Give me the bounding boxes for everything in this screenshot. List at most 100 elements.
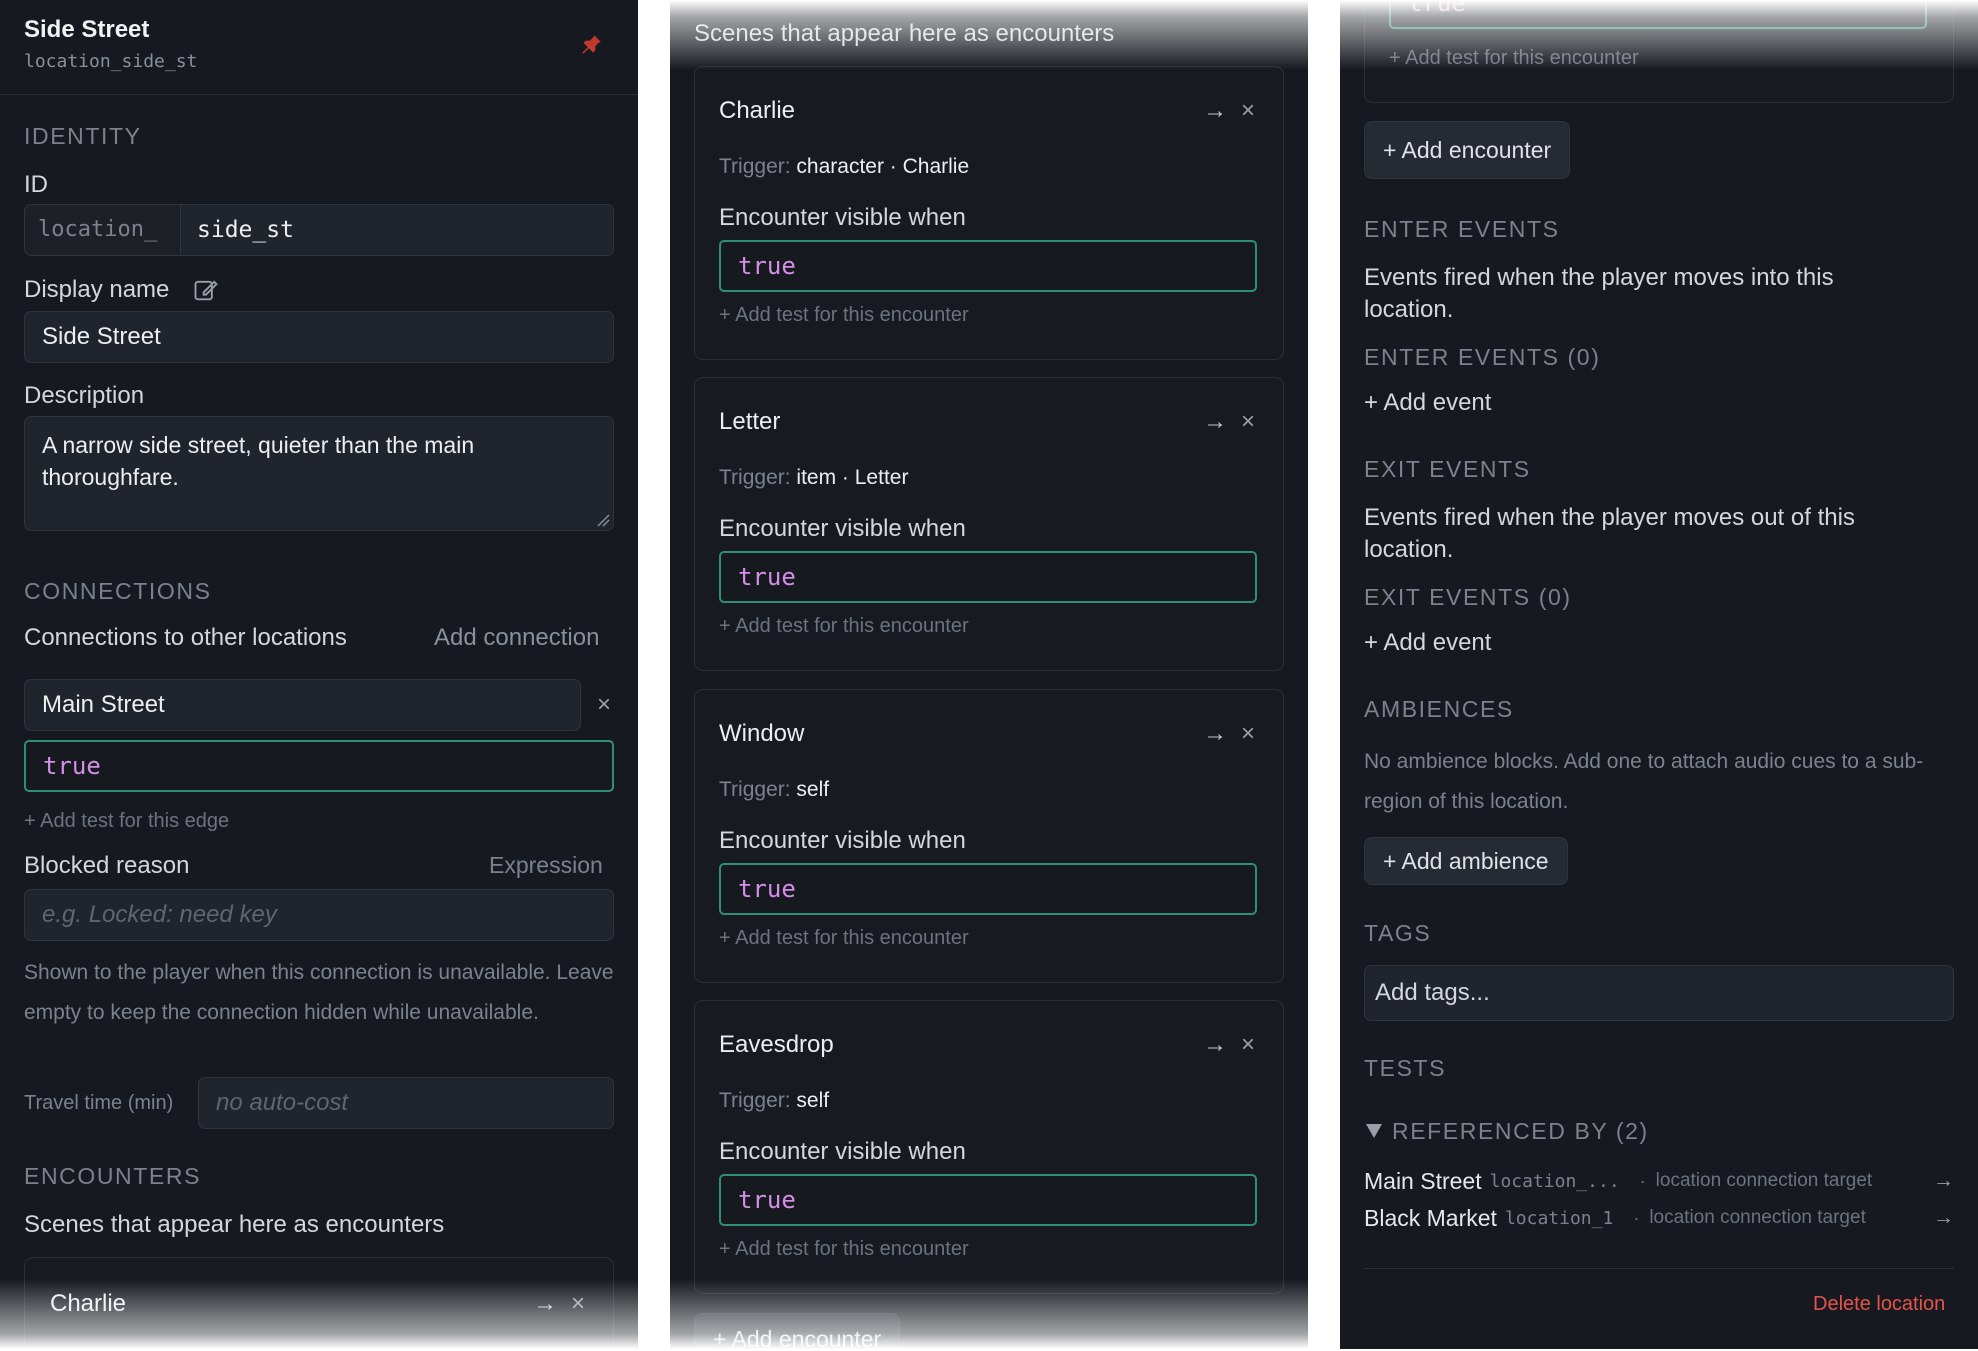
add-ambience-button[interactable]: + Add ambience — [1364, 837, 1568, 885]
section-identity: IDENTITY — [24, 123, 142, 149]
reference-id: location_1 — [1504, 1207, 1614, 1229]
tags-input[interactable]: Add tags... — [1364, 965, 1954, 1021]
arrow-right-icon[interactable]: → — [1933, 1169, 1954, 1193]
expression-toggle[interactable]: Expression — [489, 852, 603, 879]
close-icon[interactable]: × — [597, 691, 611, 719]
section-connections: CONNECTIONS — [24, 578, 212, 604]
encounter-condition-input[interactable]: true — [719, 240, 1257, 292]
reference-row[interactable]: Black Market location_1 · location conne… — [1364, 1203, 1954, 1233]
description-label: Description — [24, 382, 145, 409]
description-textarea[interactable]: A narrow side street, quieter than the m… — [24, 416, 614, 531]
visible-when-label: Encounter visible when — [719, 515, 966, 542]
enter-events-count: ENTER EVENTS (0) — [1364, 344, 1601, 370]
blocked-reason-input[interactable]: e.g. Locked: need key — [24, 889, 614, 941]
page-subtitle: location_side_st — [24, 51, 198, 72]
exit-events-count: EXIT EVENTS (0) — [1364, 584, 1572, 610]
exit-events-desc: Events fired when the player moves out o… — [1364, 504, 1855, 563]
trigger-value: character · Charlie — [796, 155, 970, 178]
display-name-input[interactable]: Side Street — [24, 311, 614, 363]
header-divider — [0, 94, 638, 95]
connection-target-input[interactable]: Main Street — [24, 679, 581, 731]
arrow-right-icon[interactable]: → — [1203, 720, 1227, 748]
close-icon[interactable]: × — [1241, 97, 1255, 125]
encounter-card-partial: true + Add test for this encounter — [1364, 0, 1954, 103]
enter-events-desc: Events fired when the player moves into … — [1364, 264, 1834, 323]
id-field: location_ side_st — [24, 204, 614, 256]
id-label: ID — [24, 171, 48, 198]
edit-icon[interactable] — [192, 276, 220, 309]
section-exit-events: EXIT EVENTS — [1364, 456, 1531, 482]
encounter-condition-input[interactable]: true — [719, 551, 1257, 603]
footer-divider — [1364, 1268, 1954, 1269]
display-name-label: Display name — [24, 276, 170, 303]
arrow-right-icon[interactable]: → — [1933, 1206, 1954, 1230]
ambiences-desc: No ambience blocks. Add one to attach au… — [1364, 750, 1924, 813]
close-icon[interactable]: × — [1241, 720, 1255, 748]
add-test-edge-link[interactable]: + Add test for this edge — [24, 810, 229, 833]
encounter-trigger: Trigger: self — [719, 1089, 829, 1113]
blocked-reason-label: Blocked reason — [24, 852, 190, 879]
section-enter-events: ENTER EVENTS — [1364, 216, 1560, 242]
travel-time-label: Travel time (min) — [24, 1092, 174, 1114]
add-exit-event-button[interactable]: + Add event — [1364, 629, 1491, 657]
arrow-right-icon[interactable]: → — [533, 1290, 557, 1318]
trigger-prefix: Trigger: — [719, 778, 791, 801]
arrow-right-icon[interactable]: → — [1203, 97, 1227, 125]
encounter-name: Eavesdrop — [719, 1031, 834, 1058]
referenced-by-toggle[interactable]: REFERENCED BY (2) — [1392, 1118, 1649, 1145]
reference-id: location_... — [1489, 1170, 1620, 1192]
encounter-card-window: Window → × Trigger: self Encounter visib… — [694, 689, 1284, 983]
add-test-encounter-link[interactable]: + Add test for this encounter — [719, 304, 969, 327]
delete-location-button[interactable]: Delete location — [1813, 1293, 1945, 1316]
arrow-right-icon[interactable]: → — [1203, 1031, 1227, 1059]
reference-row[interactable]: Main Street location_... · location conn… — [1364, 1166, 1954, 1196]
encounter-condition-input[interactable]: true — [719, 863, 1257, 915]
add-encounter-button[interactable]: + Add encounter — [694, 1313, 901, 1349]
close-icon[interactable]: × — [571, 1290, 585, 1318]
connection-condition-input[interactable]: true — [24, 740, 614, 792]
resize-handle-icon[interactable] — [596, 513, 610, 532]
encounter-trigger: Trigger: item · Letter — [719, 466, 908, 490]
trigger-prefix: Trigger: — [719, 1089, 791, 1112]
add-test-encounter-link[interactable]: + Add test for this encounter — [1389, 47, 1639, 70]
encounter-trigger: Trigger: self — [719, 778, 829, 802]
arrow-right-icon[interactable]: → — [1203, 408, 1227, 436]
reference-kind: location connection target — [1649, 1207, 1866, 1228]
triangle-down-icon[interactable] — [1366, 1124, 1382, 1143]
encounter-name: Letter — [719, 408, 781, 435]
location-editor-panel: Side Street location_side_st IDENTITY ID… — [0, 0, 638, 1349]
visible-when-label: Encounter visible when — [719, 204, 966, 231]
section-tags: TAGS — [1364, 920, 1432, 946]
add-test-encounter-link[interactable]: + Add test for this encounter — [719, 615, 969, 638]
encounter-name: Window — [719, 720, 805, 747]
encounter-trigger: Trigger: character · Charlie — [719, 155, 969, 179]
add-test-encounter-link[interactable]: + Add test for this encounter — [719, 1238, 969, 1261]
add-connection-button[interactable]: Add connection — [434, 624, 599, 652]
reference-name: Black Market — [1364, 1204, 1497, 1231]
blocked-reason-placeholder: e.g. Locked: need key — [42, 901, 277, 928]
section-tests: TESTS — [1364, 1055, 1447, 1081]
blocked-help-text: Shown to the player when this connection… — [24, 961, 614, 1024]
reference-name: Main Street — [1364, 1167, 1482, 1194]
pin-icon[interactable] — [578, 32, 604, 63]
travel-time-input[interactable]: no auto-cost — [198, 1077, 614, 1129]
encounters-label: Scenes that appear here as encounters — [694, 20, 1115, 47]
connections-label: Connections to other locations — [24, 624, 347, 651]
encounter-card: Charlie → × — [24, 1257, 614, 1349]
encounter-condition-input[interactable]: true — [719, 1174, 1257, 1226]
add-enter-event-button[interactable]: + Add event — [1364, 389, 1491, 417]
id-input[interactable]: side_st — [197, 205, 294, 254]
reference-separator: · — [1633, 1207, 1640, 1228]
add-encounter-button[interactable]: + Add encounter — [1364, 121, 1571, 179]
encounter-card-charlie: Charlie → × Trigger: character · Charlie… — [694, 66, 1284, 360]
encounter-condition-input[interactable]: true — [1389, 0, 1927, 29]
close-icon[interactable]: × — [1241, 408, 1255, 436]
add-test-encounter-link[interactable]: + Add test for this encounter — [719, 927, 969, 950]
encounters-panel: Scenes that appear here as encounters Ch… — [670, 0, 1308, 1349]
encounter-card-eavesdrop: Eavesdrop → × Trigger: self Encounter vi… — [694, 1000, 1284, 1294]
page-title: Side Street — [24, 16, 150, 43]
reference-separator: · — [1639, 1170, 1646, 1191]
trigger-value: item · Letter — [796, 466, 909, 489]
reference-kind: location connection target — [1655, 1170, 1873, 1191]
close-icon[interactable]: × — [1241, 1031, 1255, 1059]
